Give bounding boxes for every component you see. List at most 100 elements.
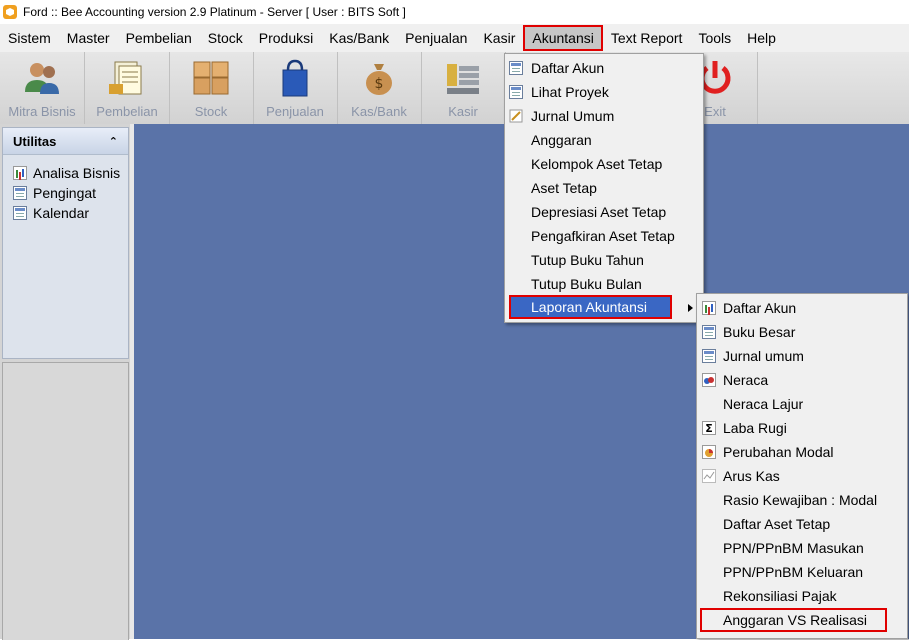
toolbar-kas-bank-button[interactable]: $ Kas/Bank xyxy=(337,52,422,124)
menu-item-kelompok-aset-tetap[interactable]: Kelompok Aset Tetap xyxy=(505,152,703,176)
toolbar-label: Kasir xyxy=(448,104,478,119)
utilitas-panel: Utilitas ⌃ Analisa Bisnis Pengingat Kale… xyxy=(2,127,129,359)
menu-item-depresiasi-aset-tetap[interactable]: Depresiasi Aset Tetap xyxy=(505,200,703,224)
menu-penjualan[interactable]: Penjualan xyxy=(397,26,475,50)
menu-produksi[interactable]: Produksi xyxy=(251,26,321,50)
menu-item-label: Anggaran xyxy=(531,132,592,148)
menu-help[interactable]: Help xyxy=(739,26,784,50)
submenu-item-daftar-aset-tetap[interactable]: Daftar Aset Tetap xyxy=(697,512,907,536)
menu-item-label: Aset Tetap xyxy=(531,180,597,196)
menu-item-label: Kelompok Aset Tetap xyxy=(531,156,663,172)
menu-tools[interactable]: Tools xyxy=(690,26,739,50)
toolbar-stock-button[interactable]: Stock xyxy=(169,52,254,124)
menu-kasir[interactable]: Kasir xyxy=(475,26,523,50)
left-panel: Utilitas ⌃ Analisa Bisnis Pengingat Kale… xyxy=(0,124,130,640)
toolbar-label: Pembelian xyxy=(96,104,158,119)
utilitas-item-kalendar[interactable]: Kalendar xyxy=(3,203,128,223)
boxes-icon xyxy=(191,58,231,98)
menu-item-label: Arus Kas xyxy=(723,468,780,484)
submenu-item-rekonsiliasi-pajak[interactable]: Rekonsiliasi Pajak xyxy=(697,584,907,608)
submenu-item-neraca[interactable]: Neraca xyxy=(697,368,907,392)
menu-item-label: Lihat Proyek xyxy=(531,84,609,100)
utilitas-title: Utilitas xyxy=(13,133,57,149)
toolbar-pembelian-button[interactable]: Pembelian xyxy=(85,52,170,124)
toolbar-penjualan-button[interactable]: Penjualan xyxy=(253,52,338,124)
submenu-item-arus-kas[interactable]: Arus Kas xyxy=(697,464,907,488)
utilitas-item-analisa-bisnis[interactable]: Analisa Bisnis xyxy=(3,163,128,183)
menu-item-tutup-buku-tahun[interactable]: Tutup Buku Tahun xyxy=(505,248,703,272)
menu-kas-bank[interactable]: Kas/Bank xyxy=(321,26,397,50)
submenu-item-anggaran-vs-realisasi[interactable]: Anggaran VS Realisasi xyxy=(700,608,887,632)
menu-item-aset-tetap[interactable]: Aset Tetap xyxy=(505,176,703,200)
menu-item-label: Tutup Buku Tahun xyxy=(531,252,644,268)
menu-text-report[interactable]: Text Report xyxy=(603,26,691,50)
menu-pembelian[interactable]: Pembelian xyxy=(118,26,200,50)
utilitas-header[interactable]: Utilitas ⌃ xyxy=(3,128,128,155)
left-panel-lower xyxy=(2,362,129,640)
menu-sistem[interactable]: Sistem xyxy=(0,26,59,50)
menu-item-jurnal-umum[interactable]: Jurnal Umum xyxy=(505,104,703,128)
menu-item-label: Neraca Lajur xyxy=(723,396,804,412)
submenu-item-ppn-keluaran[interactable]: PPN/PPnBM Keluaran xyxy=(697,560,907,584)
utilitas-item-label: Analisa Bisnis xyxy=(33,165,121,181)
menu-item-label: Anggaran VS Realisasi xyxy=(723,612,867,628)
toolbar-kasir-button[interactable]: Kasir xyxy=(421,52,506,124)
money-bag-icon: $ xyxy=(359,58,399,98)
menu-item-pengafkiran-aset-tetap[interactable]: Pengafkiran Aset Tetap xyxy=(505,224,703,248)
menu-item-label: Buku Besar xyxy=(723,324,796,340)
submenu-item-buku-besar[interactable]: Buku Besar xyxy=(697,320,907,344)
menu-item-daftar-akun[interactable]: Daftar Akun xyxy=(505,56,703,80)
menu-item-label: Jurnal umum xyxy=(723,348,804,364)
toolbar-label: Stock xyxy=(194,104,228,119)
menu-item-label: PPN/PPnBM Keluaran xyxy=(723,564,864,580)
pie-chart-icon xyxy=(702,445,716,459)
balance-chart-icon xyxy=(702,373,716,387)
utilitas-item-label: Pengingat xyxy=(33,185,97,201)
menu-item-label: Jurnal Umum xyxy=(531,108,615,124)
submenu-item-daftar-akun[interactable]: Daftar Akun xyxy=(697,296,907,320)
utilitas-item-label: Kalendar xyxy=(33,205,90,221)
submenu-item-perubahan-modal[interactable]: Perubahan Modal xyxy=(697,440,907,464)
journal-icon xyxy=(702,349,716,363)
menu-item-label: Daftar Akun xyxy=(723,300,797,316)
pen-icon xyxy=(509,109,523,123)
toolbar: Mitra Bisnis Pembelian Stock Penjualan $… xyxy=(0,52,909,125)
menu-item-label: Neraca xyxy=(723,372,769,388)
submenu-item-rasio-kewajiban-modal[interactable]: Rasio Kewajiban : Modal xyxy=(697,488,907,512)
submenu-item-ppn-masukan[interactable]: PPN/PPnBM Masukan xyxy=(697,536,907,560)
menu-item-label: Pengafkiran Aset Tetap xyxy=(531,228,675,244)
menu-item-label: Tutup Buku Bulan xyxy=(531,276,642,292)
toolbar-label: Exit xyxy=(704,104,726,119)
menu-master[interactable]: Master xyxy=(59,26,118,50)
menu-item-anggaran[interactable]: Anggaran xyxy=(505,128,703,152)
utilitas-list: Analisa Bisnis Pengingat Kalendar xyxy=(3,155,128,223)
utilitas-item-pengingat[interactable]: Pengingat xyxy=(3,183,128,203)
submenu-arrow-icon xyxy=(688,304,693,312)
menu-item-label: Rasio Kewajiban : Modal xyxy=(723,492,878,508)
window-title: Ford :: Bee Accounting version 2.9 Plati… xyxy=(23,5,406,19)
app-logo-icon xyxy=(3,5,17,19)
menu-item-label: Depresiasi Aset Tetap xyxy=(531,204,667,220)
submenu-item-neraca-lajur[interactable]: Neraca Lajur xyxy=(697,392,907,416)
submenu-item-laba-rugi[interactable]: Σ Laba Rugi xyxy=(697,416,907,440)
menu-item-label: Perubahan Modal xyxy=(723,444,834,460)
bar-chart-icon xyxy=(702,301,716,315)
people-icon xyxy=(22,58,62,98)
submenu-item-jurnal-umum[interactable]: Jurnal umum xyxy=(697,344,907,368)
menu-item-laporan-akuntansi[interactable]: Laporan Akuntansi xyxy=(509,295,672,319)
menu-item-tutup-buku-bulan[interactable]: Tutup Buku Bulan xyxy=(505,272,703,296)
grid-icon xyxy=(509,85,523,99)
menu-bar: Sistem Master Pembelian Stock Produksi K… xyxy=(0,24,909,52)
menu-item-label: Daftar Akun xyxy=(531,60,605,76)
collapse-chevron-icon[interactable]: ⌃ xyxy=(109,135,118,148)
calendar-icon xyxy=(13,206,27,220)
toolbar-mitra-bisnis-button[interactable]: Mitra Bisnis xyxy=(0,52,85,124)
menu-item-label: Daftar Aset Tetap xyxy=(723,516,831,532)
invoice-icon xyxy=(107,58,147,98)
menu-item-lihat-proyek[interactable]: Lihat Proyek xyxy=(505,80,703,104)
title-bar: Ford :: Bee Accounting version 2.9 Plati… xyxy=(0,0,909,24)
toolbar-label: Penjualan xyxy=(266,104,324,119)
menu-akuntansi[interactable]: Akuntansi xyxy=(523,25,603,51)
menu-stock[interactable]: Stock xyxy=(200,26,251,50)
svg-text:Σ: Σ xyxy=(705,422,713,435)
